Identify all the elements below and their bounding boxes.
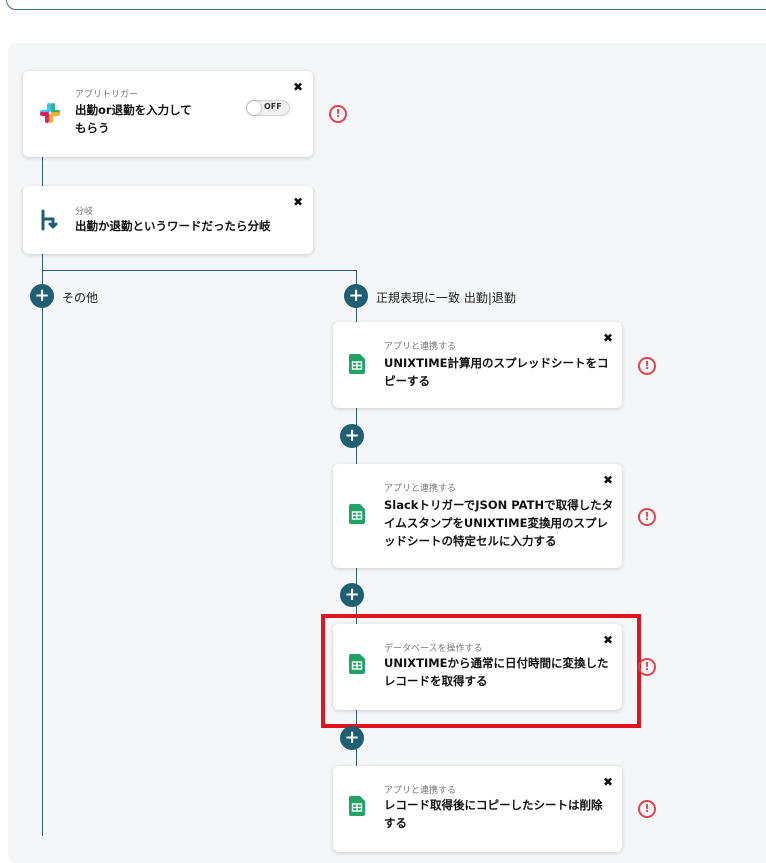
trigger-toggle[interactable]: OFF bbox=[246, 100, 290, 116]
google-sheets-icon bbox=[349, 796, 365, 816]
branch-icon bbox=[41, 209, 58, 231]
google-sheets-icon bbox=[349, 354, 365, 374]
step-category: アプリと連携する bbox=[384, 342, 457, 352]
add-step-button[interactable]: + bbox=[340, 726, 364, 750]
step-title-line2: レコードを取得する bbox=[384, 674, 488, 688]
connector-line bbox=[42, 254, 43, 836]
close-icon[interactable]: ✖ bbox=[293, 81, 303, 93]
trigger-title-line2: もらう bbox=[75, 121, 110, 135]
google-sheets-icon bbox=[349, 654, 365, 674]
connector-line bbox=[42, 270, 356, 271]
warning-icon: ! bbox=[638, 658, 656, 676]
google-sheets-icon bbox=[349, 504, 365, 524]
branch-label-regex: 正規表現に一致 出勤|退勤 bbox=[376, 291, 516, 305]
branch-card[interactable]: 分岐 出勤か退勤というワードだったら分岐 ✖ bbox=[23, 186, 313, 254]
step-category: データベースを操作する bbox=[384, 644, 483, 654]
trigger-category: アプリトリガー bbox=[75, 90, 139, 100]
trigger-title-line1: 出勤or退勤を入力して bbox=[75, 103, 192, 117]
slack-icon bbox=[40, 103, 60, 123]
add-step-left-branch-button[interactable]: + bbox=[30, 284, 54, 308]
close-icon[interactable]: ✖ bbox=[603, 634, 613, 646]
warning-icon: ! bbox=[638, 357, 656, 375]
toggle-knob bbox=[247, 101, 261, 115]
close-icon[interactable]: ✖ bbox=[603, 332, 613, 344]
branch-category: 分岐 bbox=[75, 207, 94, 217]
warning-icon: ! bbox=[329, 105, 347, 123]
step-card-input-timestamp[interactable]: アプリと連携する SlackトリガーでJSON PATHで取得したタ イムスタン… bbox=[333, 464, 622, 568]
step-card-copy-sheet[interactable]: アプリと連携する UNIXTIME計算用のスプレッドシートをコ ピーする ✖ bbox=[333, 322, 622, 408]
add-step-right-branch-button[interactable]: + bbox=[344, 284, 368, 308]
flow-canvas bbox=[8, 43, 766, 863]
warning-icon: ! bbox=[638, 800, 656, 818]
step-category: アプリと連携する bbox=[384, 786, 457, 796]
close-icon[interactable]: ✖ bbox=[603, 776, 613, 788]
step-title-line2: ピーする bbox=[384, 374, 430, 388]
add-step-button[interactable]: + bbox=[340, 583, 364, 607]
connector-line bbox=[42, 157, 43, 187]
warning-icon: ! bbox=[638, 508, 656, 526]
step-title-line3: ッドシートの特定セルに入力する bbox=[384, 534, 557, 548]
step-category: アプリと連携する bbox=[384, 484, 457, 494]
close-icon[interactable]: ✖ bbox=[603, 474, 613, 486]
add-step-button[interactable]: + bbox=[340, 424, 364, 448]
close-icon[interactable]: ✖ bbox=[293, 196, 303, 208]
step-title-line2: イムスタンプをUNIXTIME変換用のスプレ bbox=[384, 516, 608, 530]
branch-title: 出勤か退勤というワードだったら分岐 bbox=[75, 219, 271, 233]
step-card-get-record[interactable]: データベースを操作する UNIXTIMEから通常に日付時間に変換した レコードを… bbox=[333, 624, 622, 710]
step-title-line2: する bbox=[384, 816, 407, 830]
toggle-label: OFF bbox=[264, 102, 282, 111]
step-title-line1: SlackトリガーでJSON PATHで取得したタ bbox=[384, 498, 614, 512]
trigger-card[interactable]: アプリトリガー 出勤or退勤を入力して もらう OFF ✖ bbox=[23, 71, 313, 157]
step-card-delete-sheet[interactable]: アプリと連携する レコード取得後にコピーしたシートは削除 する ✖ bbox=[333, 766, 622, 852]
step-title-line1: UNIXTIMEから通常に日付時間に変換した bbox=[384, 656, 609, 670]
branch-label-other: その他 bbox=[62, 291, 99, 305]
step-title-line1: UNIXTIME計算用のスプレッドシートをコ bbox=[384, 356, 609, 370]
top-panel bbox=[6, 0, 766, 10]
step-title-line1: レコード取得後にコピーしたシートは削除 bbox=[384, 798, 603, 812]
